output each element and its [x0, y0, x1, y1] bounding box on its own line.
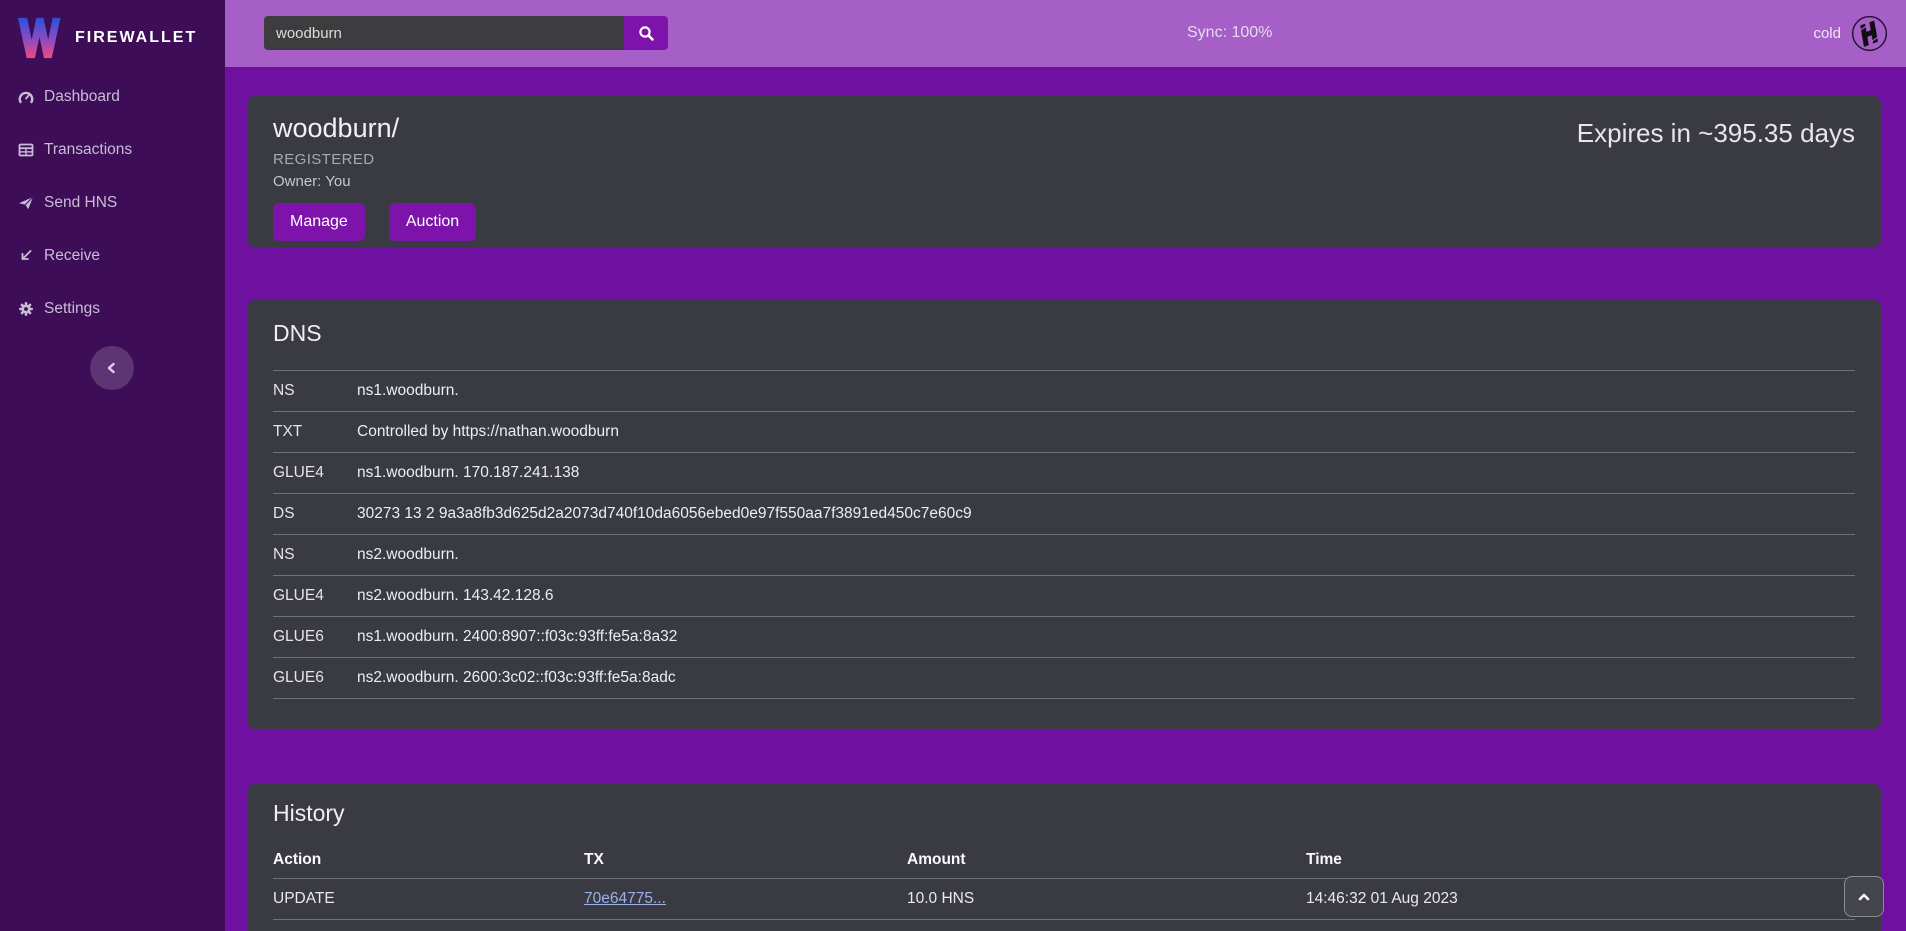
sidebar-item-receive[interactable]: Receive [0, 245, 225, 267]
chevron-up-icon [1856, 889, 1872, 905]
domain-card-left: woodburn/ REGISTERED Owner: You Manage A… [273, 113, 476, 230]
dns-record-value: ns2.woodburn. 143.42.128.6 [357, 576, 1855, 617]
search-icon [638, 25, 655, 42]
history-header-tx: TX [584, 843, 907, 878]
domain-status: REGISTERED [273, 151, 476, 168]
nav-label: Transactions [44, 141, 132, 159]
domain-actions: Manage Auction [273, 203, 476, 241]
sidebar: FIREWALLET Dashboard Transactions Send H… [0, 0, 225, 931]
topbar: Sync: 100% cold [225, 0, 1906, 67]
sync-status: Sync: 100% [1187, 24, 1272, 42]
dns-record-row: TXTControlled by https://nathan.woodburn [273, 412, 1855, 453]
main-content: woodburn/ REGISTERED Owner: You Manage A… [225, 67, 1906, 931]
history-card: History Action TX Amount Time UPDATE 70e… [247, 784, 1881, 931]
dns-record-type: GLUE4 [273, 453, 357, 494]
history-amount: 10.0 HNS [907, 919, 1306, 931]
dns-record-value: ns1.woodburn. 2400:8907::f03c:93ff:fe5a:… [357, 617, 1855, 658]
dns-record-type: GLUE6 [273, 658, 357, 699]
dns-record-value: ns1.woodburn. [357, 371, 1855, 412]
nav-label: Send HNS [44, 194, 117, 212]
sidebar-item-settings[interactable]: Settings [0, 298, 225, 320]
search-button[interactable] [624, 16, 668, 50]
dns-record-row: NSns1.woodburn. [273, 371, 1855, 412]
domain-owner: Owner: You [273, 173, 476, 190]
sidebar-nav: Dashboard Transactions Send HNS Receive … [0, 86, 225, 320]
dns-record-row: GLUE4ns2.woodburn. 143.42.128.6 [273, 576, 1855, 617]
dns-record-row: GLUE6ns2.woodburn. 2600:3c02::f03c:93ff:… [273, 658, 1855, 699]
manage-button[interactable]: Manage [273, 203, 365, 241]
dns-record-type: GLUE6 [273, 617, 357, 658]
sidebar-item-transactions[interactable]: Transactions [0, 139, 225, 161]
history-header-amount: Amount [907, 843, 1306, 878]
history-time: 15:45:36 07 Jul 2023 [1306, 919, 1855, 931]
sidebar-item-send-hns[interactable]: Send HNS [0, 192, 225, 214]
dns-record-value: 30273 13 2 9a3a8fb3d625d2a2073d740f10da6… [357, 494, 1855, 535]
dashboard-icon [18, 89, 34, 105]
brand[interactable]: FIREWALLET [0, 0, 225, 62]
transactions-icon [18, 142, 34, 158]
domain-title: woodburn/ [273, 113, 476, 144]
history-amount: 10.0 HNS [907, 878, 1306, 919]
dns-record-row: NSns2.woodburn. [273, 535, 1855, 576]
receive-icon [18, 248, 34, 264]
dns-table: NSns1.woodburn. TXTControlled by https:/… [273, 370, 1855, 699]
dns-record-value: ns2.woodburn. [357, 535, 1855, 576]
brand-name: FIREWALLET [75, 29, 197, 47]
handshake-logo-icon[interactable] [1851, 15, 1888, 52]
dns-record-row: DS30273 13 2 9a3a8fb3d625d2a2073d740f10d… [273, 494, 1855, 535]
sidebar-item-dashboard[interactable]: Dashboard [0, 86, 225, 108]
history-action: RENEW [273, 919, 584, 931]
history-header-action: Action [273, 843, 584, 878]
search-group [264, 16, 668, 50]
dns-record-type: NS [273, 371, 357, 412]
dns-record-value: Controlled by https://nathan.woodburn [357, 412, 1855, 453]
history-time: 14:46:32 01 Aug 2023 [1306, 878, 1855, 919]
dns-record-type: TXT [273, 412, 357, 453]
settings-icon [18, 301, 34, 317]
dns-record-type: NS [273, 535, 357, 576]
chevron-left-icon [104, 360, 120, 376]
dns-record-type: GLUE4 [273, 576, 357, 617]
dns-record-row: GLUE6ns1.woodburn. 2400:8907::f03c:93ff:… [273, 617, 1855, 658]
history-row: RENEW 473c8af... 10.0 HNS 15:45:36 07 Ju… [273, 919, 1855, 931]
dns-record-value: ns2.woodburn. 2600:3c02::f03c:93ff:fe5a:… [357, 658, 1855, 699]
history-action: UPDATE [273, 878, 584, 919]
nav-label: Dashboard [44, 88, 120, 106]
wallet-group: cold [1813, 0, 1888, 67]
dns-record-type: DS [273, 494, 357, 535]
dns-card-title: DNS [273, 320, 1855, 347]
history-header-row: Action TX Amount Time [273, 843, 1855, 878]
history-header-time: Time [1306, 843, 1855, 878]
scroll-to-top-button[interactable] [1844, 876, 1884, 917]
nav-label: Settings [44, 300, 100, 318]
dns-record-row: GLUE4ns1.woodburn. 170.187.241.138 [273, 453, 1855, 494]
sidebar-collapse-button[interactable] [90, 346, 134, 390]
history-row: UPDATE 70e64775... 10.0 HNS 14:46:32 01 … [273, 878, 1855, 919]
wallet-name: cold [1813, 25, 1841, 42]
search-input[interactable] [264, 16, 624, 50]
tx-link[interactable]: 70e64775... [584, 890, 666, 907]
dns-card: DNS NSns1.woodburn. TXTControlled by htt… [247, 300, 1881, 729]
firewallet-logo-icon [16, 17, 62, 59]
history-card-title: History [273, 800, 1855, 827]
history-table: Action TX Amount Time UPDATE 70e64775...… [273, 843, 1855, 931]
auction-button[interactable]: Auction [389, 203, 476, 241]
send-icon [18, 195, 34, 211]
domain-expires: Expires in ~395.35 days [1577, 118, 1855, 230]
nav-label: Receive [44, 247, 100, 265]
domain-card: woodburn/ REGISTERED Owner: You Manage A… [247, 96, 1881, 247]
dns-record-value: ns1.woodburn. 170.187.241.138 [357, 453, 1855, 494]
